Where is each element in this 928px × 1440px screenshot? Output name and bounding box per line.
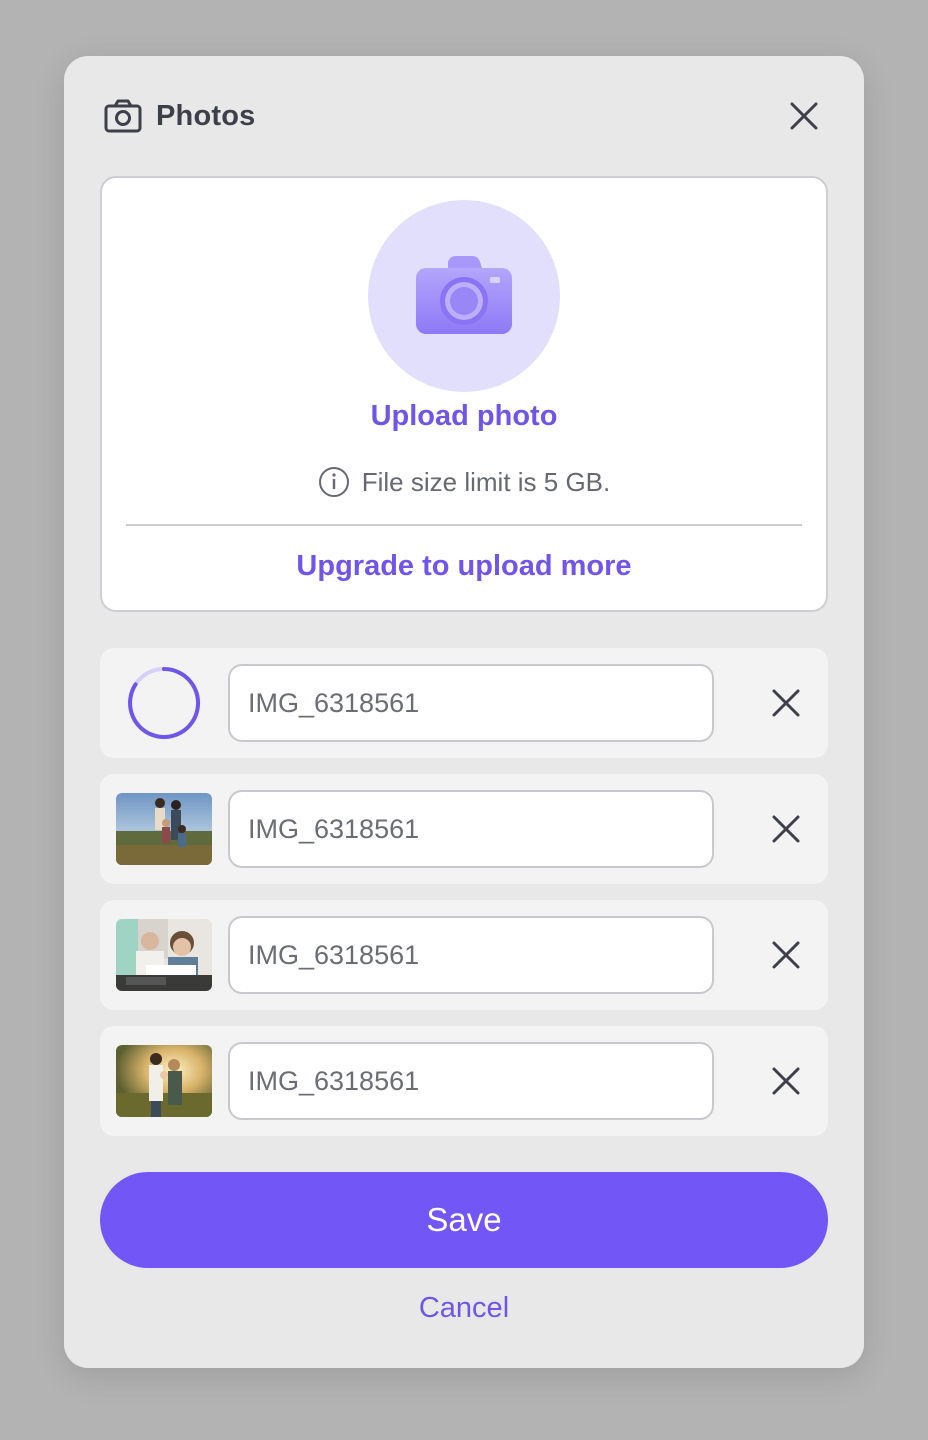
file-row <box>100 648 828 758</box>
remove-file-button[interactable] <box>766 1061 806 1101</box>
photo-thumbnail <box>116 793 212 865</box>
file-name-input[interactable] <box>228 790 714 868</box>
photo-thumbnail <box>116 919 212 991</box>
photos-modal: Photos Upload photo File size limit is 5… <box>64 56 864 1368</box>
file-name-input[interactable] <box>228 664 714 742</box>
close-icon <box>772 941 800 969</box>
camera-outline-icon <box>104 98 144 134</box>
upload-dropzone[interactable]: Upload photo File size limit is 5 GB. Up… <box>100 176 828 612</box>
upload-photo-button[interactable] <box>368 200 560 392</box>
cancel-button[interactable]: Cancel <box>64 1292 864 1325</box>
file-row <box>100 900 828 1010</box>
camera-icon <box>416 256 512 334</box>
info-icon <box>318 466 350 498</box>
loading-spinner-icon <box>128 667 201 739</box>
file-name-input[interactable] <box>228 916 714 994</box>
photo-thumbnail <box>116 1045 212 1117</box>
modal-title: Photos <box>156 99 256 132</box>
upload-photo-label[interactable]: Upload photo <box>102 400 826 433</box>
divider <box>126 524 802 526</box>
close-button[interactable] <box>784 96 824 136</box>
file-size-limit: File size limit is 5 GB. <box>102 464 826 500</box>
remove-file-button[interactable] <box>766 809 806 849</box>
upgrade-link[interactable]: Upgrade to upload more <box>102 550 826 583</box>
file-name-input[interactable] <box>228 1042 714 1120</box>
modal-header: Photos <box>104 94 824 138</box>
file-row <box>100 774 828 884</box>
close-icon <box>772 815 800 843</box>
close-icon <box>772 1067 800 1095</box>
close-icon <box>790 102 818 130</box>
remove-file-button[interactable] <box>766 683 806 723</box>
remove-file-button[interactable] <box>766 935 806 975</box>
file-size-limit-text: File size limit is 5 GB. <box>361 466 611 497</box>
close-icon <box>772 689 800 717</box>
file-row <box>100 1026 828 1136</box>
save-button[interactable]: Save <box>100 1172 828 1268</box>
